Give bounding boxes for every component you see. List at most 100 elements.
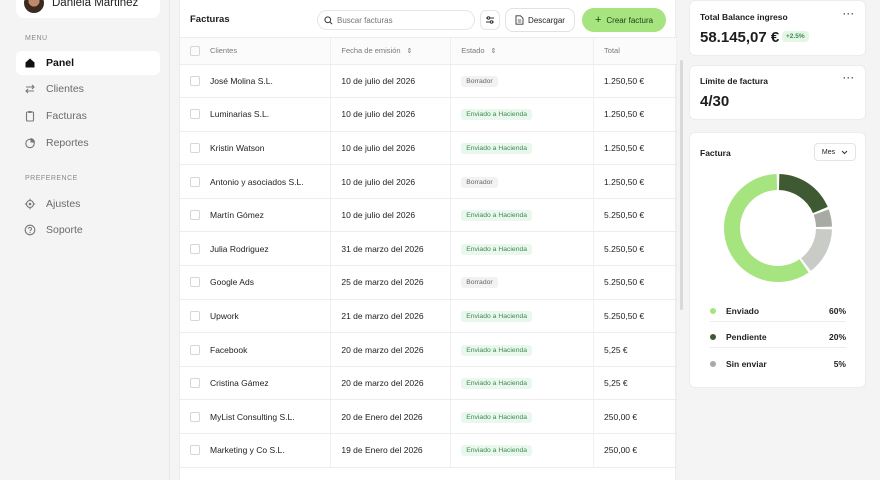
status-badge: Enviado a Hacienda — [461, 243, 533, 255]
legend-item: Enviado 60% — [710, 300, 846, 322]
header-date[interactable]: Fecha de emisión ⇕ — [330, 38, 452, 65]
create-invoice-button[interactable]: + Crear factura — [582, 8, 666, 32]
sidebar-item-facturas[interactable]: Facturas — [16, 104, 160, 128]
cell-status: Borrador — [450, 265, 595, 300]
donut-chart — [724, 174, 832, 282]
table-row[interactable]: Julia Rodriguez 31 de marzo del 2026 Envia… — [180, 231, 677, 267]
select-all-checkbox[interactable] — [190, 45, 200, 56]
cell-status: Borrador — [450, 164, 595, 199]
legend-label: Enviado — [726, 305, 760, 316]
cell-status: Enviado a Hacienda — [450, 332, 595, 367]
header-date-label: Fecha de emisión — [341, 46, 401, 56]
table-row[interactable]: Martín Gómez 10 de julio del 2026 Enviado … — [180, 198, 677, 233]
cell-status: Enviado a Hacienda — [450, 198, 595, 233]
cell-client: Facebook — [180, 332, 332, 367]
status-badge: Enviado a Hacienda — [461, 142, 533, 154]
header-status-label: Estado — [461, 46, 485, 56]
status-badge: Enviado a Hacienda — [461, 344, 533, 356]
invoice-limit-card: Límite de factura ··· 4/30 — [689, 65, 866, 120]
download-label: Descargar — [528, 15, 565, 25]
search-box[interactable] — [317, 10, 475, 30]
cell-status: Enviado a Hacienda — [450, 366, 595, 401]
cell-total: 5.250,50 € — [593, 299, 677, 334]
table-row[interactable]: Antonio y asociados S.L. 10 de julio del … — [180, 164, 677, 199]
more-icon[interactable]: ··· — [843, 9, 855, 19]
status-badge: Enviado a Hacienda — [461, 109, 533, 121]
sort-icon[interactable]: ⇕ — [491, 47, 497, 55]
sidebar-item-clientes[interactable]: Clientes — [16, 77, 160, 101]
client-name: Kristin Watson — [210, 142, 265, 153]
table-scrollbar[interactable] — [680, 60, 683, 310]
header-status[interactable]: Estado ⇕ — [450, 38, 595, 65]
download-button[interactable]: Descargar — [505, 8, 575, 32]
period-value: Mes — [821, 148, 836, 156]
legend-dot — [710, 333, 716, 340]
table-row[interactable]: Google Ads 25 de marzo del 2026 Borrador 5.… — [180, 265, 677, 300]
row-checkbox[interactable] — [190, 445, 200, 456]
table-row[interactable]: MyList Consulting S.L. 20 de Enero del 20… — [180, 399, 677, 435]
search-input[interactable] — [337, 15, 467, 25]
cell-total: 5.250,50 € — [593, 265, 677, 300]
slice-sin-enviar — [813, 209, 832, 228]
cell-total: 5.250,50 € — [593, 231, 677, 267]
row-checkbox[interactable] — [190, 378, 200, 389]
legend-item: Sin enviar 5% — [710, 353, 846, 375]
slice-remainder — [801, 228, 832, 271]
cell-total: 1.250,50 € — [593, 164, 677, 199]
filter-button[interactable] — [480, 10, 500, 30]
cell-status: Borrador — [450, 64, 595, 99]
row-checkbox[interactable] — [190, 176, 200, 187]
cell-date: 10 de julio del 2026 — [330, 131, 452, 166]
cell-client: Upwork — [180, 299, 332, 334]
cell-status: Enviado a Hacienda — [450, 231, 595, 267]
sidebar-item-label: Clientes — [46, 83, 84, 95]
more-icon[interactable]: ··· — [843, 73, 855, 83]
cell-client: Kristin Watson — [180, 131, 332, 166]
help-icon — [24, 224, 36, 236]
row-checkbox[interactable] — [190, 142, 200, 153]
legend-value: 60% — [828, 305, 846, 316]
sidebar-item-ajustes[interactable]: Ajustes — [16, 192, 160, 216]
cell-client: MyList Consulting S.L. — [180, 399, 332, 435]
cell-status: Enviado a Hacienda — [450, 131, 595, 166]
header-total: Total — [593, 38, 677, 65]
cell-client: José Molina S.L. — [180, 64, 332, 99]
table-row[interactable]: Luminarias S.L. 10 de julio del 2026 Envia… — [180, 97, 677, 132]
sidebar-item-label: Ajustes — [46, 198, 81, 210]
table-row[interactable]: Upwork 21 de marzo del 2026 Enviado a Haci… — [180, 299, 677, 334]
sidebar-item-panel[interactable]: Panel — [16, 51, 160, 75]
row-checkbox[interactable] — [190, 310, 200, 321]
table-row[interactable]: Cristina Gámez 20 de marzo del 2026 Enviad… — [180, 366, 677, 401]
legend-value: 5% — [833, 359, 846, 369]
user-name: Daniela Martinez — [52, 0, 139, 9]
invoice-chart-card: Factura Mes Enviado 60% Pendiente 20% Sin en… — [689, 132, 866, 388]
row-checkbox[interactable] — [190, 277, 200, 288]
row-checkbox[interactable] — [190, 411, 200, 422]
user-profile[interactable]: Daniela Martinez — [16, 0, 160, 18]
cell-status: Enviado a Hacienda — [450, 97, 595, 132]
client-name: Google Ads — [210, 277, 254, 288]
table-row[interactable]: Facebook 20 de marzo del 2026 Enviado a Ha… — [180, 332, 677, 367]
table-row[interactable]: Marketing y Co S.L. 19 de Enero del 2026 E… — [180, 433, 677, 468]
cell-client: Julia Rodriguez — [180, 231, 332, 267]
table-row[interactable]: Kristin Watson 10 de julio del 2026 Enviad… — [180, 131, 677, 166]
limit-value: 4/30 — [700, 93, 730, 110]
sidebar-item-reportes[interactable]: Reportes — [16, 131, 160, 155]
row-checkbox[interactable] — [190, 109, 200, 120]
header-client-label: Clientes — [210, 46, 238, 56]
legend-value: 20% — [828, 331, 846, 342]
limit-title: Límite de factura — [700, 76, 769, 86]
cell-client: Marketing y Co S.L. — [180, 433, 332, 468]
balance-value: 58.145,07 € — [700, 29, 780, 46]
balance-card: Total Balance ingreso ··· 58.145,07 € +2… — [689, 0, 866, 56]
row-checkbox[interactable] — [190, 210, 200, 221]
table-row[interactable]: José Molina S.L. 10 de julio del 2026 Borr… — [180, 64, 677, 99]
sidebar-item-soporte[interactable]: Soporte — [16, 218, 160, 242]
row-checkbox[interactable] — [190, 75, 200, 86]
period-select[interactable]: Mes — [814, 143, 856, 161]
row-checkbox[interactable] — [190, 344, 200, 355]
cell-date: 31 de marzo del 2026 — [330, 231, 452, 267]
sort-icon[interactable]: ⇕ — [407, 47, 413, 55]
legend-label: Pendiente — [726, 331, 767, 342]
row-checkbox[interactable] — [190, 243, 200, 254]
